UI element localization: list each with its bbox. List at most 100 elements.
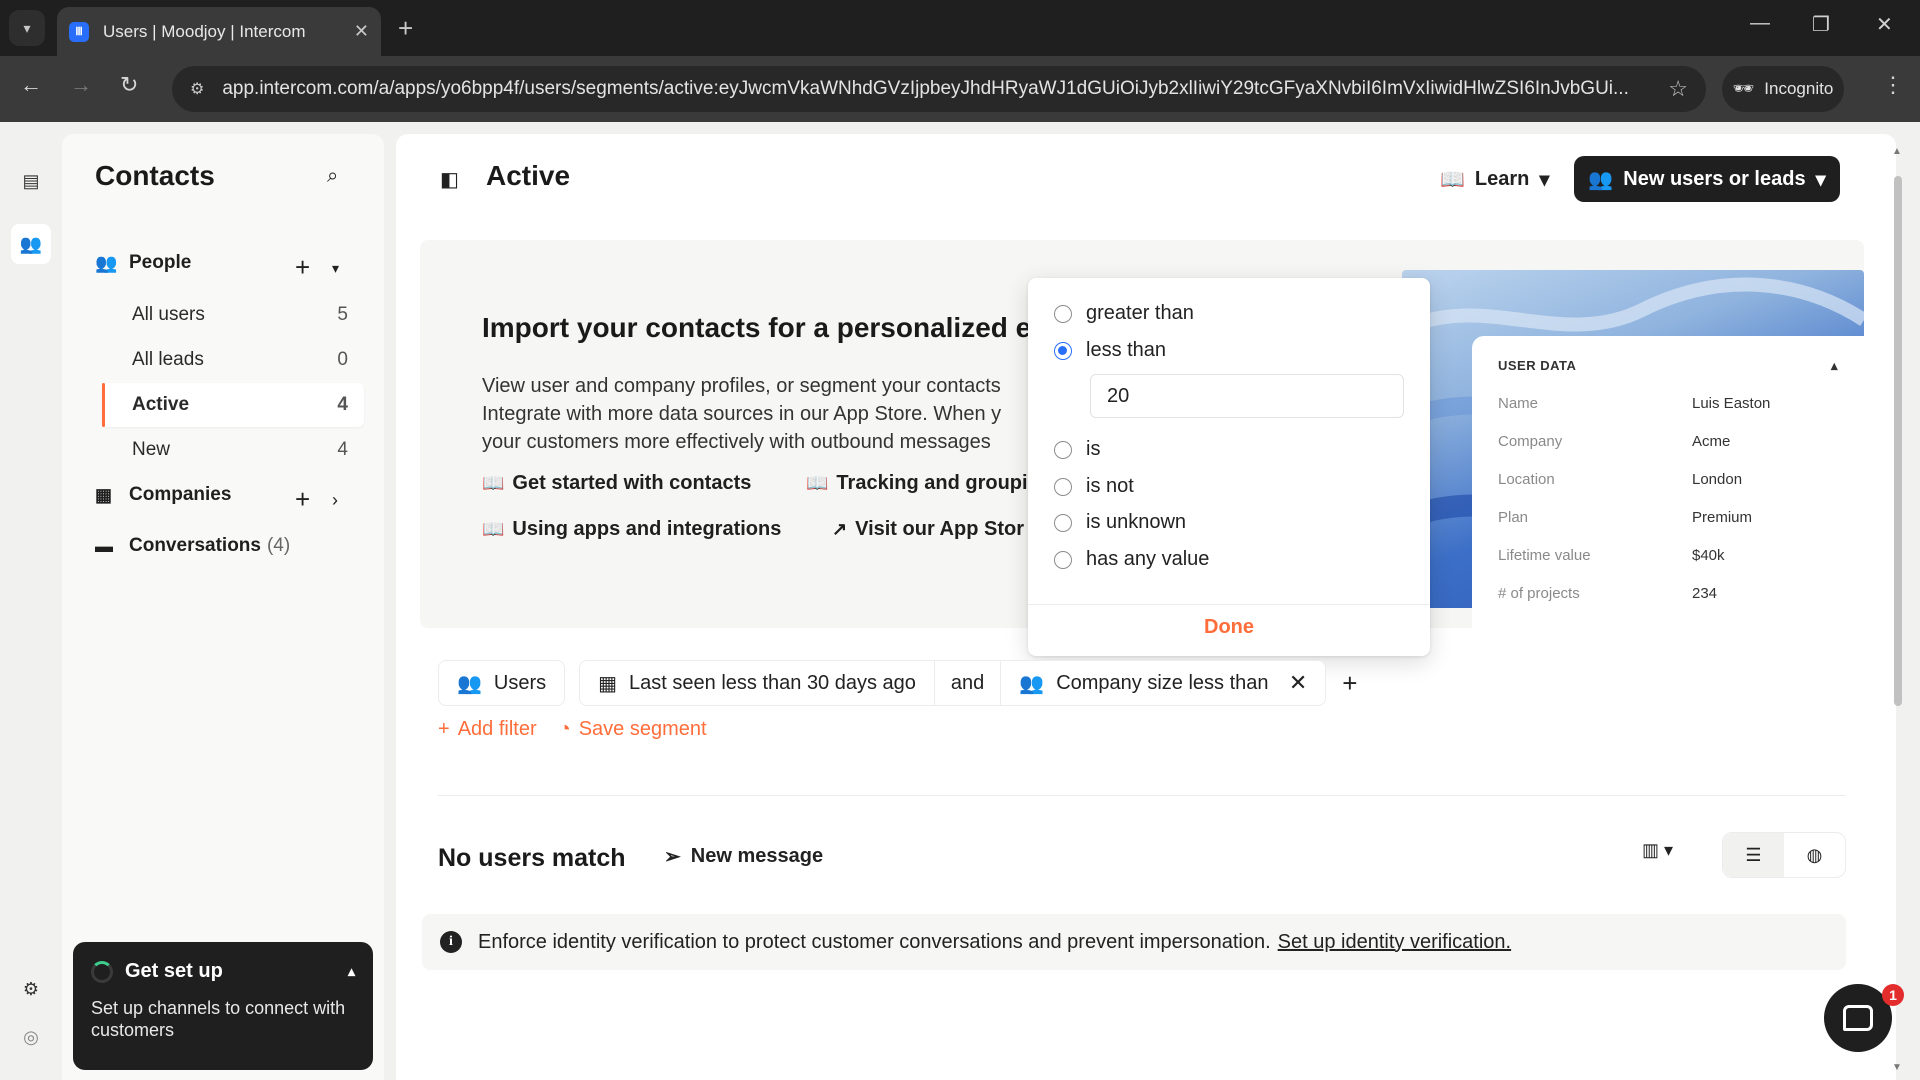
option-label: is not	[1086, 475, 1134, 497]
caret-down-icon: ▾	[1539, 168, 1550, 191]
option-is[interactable]: is	[1054, 438, 1100, 461]
radio-button[interactable]	[1054, 477, 1072, 496]
scroll-thumb[interactable]	[1894, 176, 1902, 706]
people-icon: 👥	[1588, 168, 1614, 191]
done-button[interactable]: Done	[1028, 616, 1430, 639]
progress-ring-icon	[91, 960, 113, 983]
restore-icon[interactable]: ❐	[1812, 12, 1830, 37]
sidebar-item-label: New	[132, 439, 171, 460]
new-users-label: New users or leads	[1623, 167, 1806, 190]
url-omnibox[interactable]: ⚙ app.intercom.com/a/apps/yo6bpp4f/users…	[172, 66, 1706, 112]
conversations-icon: ▬	[95, 535, 113, 556]
option-greater-than[interactable]: greater than	[1054, 302, 1194, 325]
set-up-identity-verification-link[interactable]: Set up identity verification.	[1278, 931, 1511, 954]
toggle-sidebar-icon[interactable]: ◧	[440, 167, 459, 192]
add-condition-icon[interactable]: +	[1342, 668, 1357, 699]
incognito-label: Incognito	[1764, 79, 1834, 98]
new-message-button[interactable]: ➢ New message	[664, 834, 823, 878]
url-text[interactable]: app.intercom.com/a/apps/yo6bpp4f/users/s…	[222, 78, 1654, 100]
radio-button-selected[interactable]	[1054, 341, 1072, 360]
company-size-filter-chip[interactable]: 👥 Company size less than 2 ✕	[1000, 660, 1327, 706]
radio-button[interactable]	[1054, 513, 1072, 532]
link-label: Visit our App Stor	[855, 518, 1024, 540]
sidebar-item-new[interactable]: New 4	[102, 428, 364, 472]
search-icon[interactable]: ⌕	[327, 165, 338, 188]
people-label: People	[129, 252, 192, 273]
ud-value: Acme	[1692, 433, 1731, 450]
contacts-icon[interactable]: 👥	[11, 224, 51, 264]
last-seen-filter-chip[interactable]: ▦ Last seen less than 30 days ago	[579, 660, 935, 706]
and-operator[interactable]: and	[934, 660, 1001, 706]
learn-label: Learn	[1474, 167, 1530, 190]
incognito-badge[interactable]: 🕶 Incognito	[1722, 66, 1844, 112]
tracking-link[interactable]: 📖 Tracking and groupi	[806, 472, 1028, 495]
banner-close-icon[interactable]: ✕	[1861, 270, 1864, 296]
ud-value: London	[1692, 471, 1743, 488]
chip-label: Users	[493, 671, 547, 694]
get-started-link[interactable]: 📖 Get started with contacts	[482, 472, 751, 495]
chevron-down-icon[interactable]: ▾	[332, 260, 339, 277]
get-set-up-panel[interactable]: Get set up ▴ Set up channels to connect …	[73, 942, 373, 1070]
reload-icon[interactable]: ↻	[120, 72, 138, 98]
add-people-icon[interactable]: +	[295, 254, 310, 280]
avatar-status-icon[interactable]: ◎	[16, 1022, 46, 1052]
chip-label: Last seen less than 30 days ago	[629, 671, 916, 694]
tab-search-icon[interactable]: ▾	[9, 10, 45, 46]
bookmark-star-icon[interactable]: ☆	[1668, 76, 1688, 102]
banner-desc-line: View user and company profiles, or segme…	[482, 375, 1001, 397]
user-data-row: Company Acme	[1498, 433, 1838, 450]
new-users-or-leads-button[interactable]: 👥 New users or leads ▾	[1574, 156, 1840, 202]
sidebar-item-all-users[interactable]: All users 5	[102, 293, 364, 337]
option-is-unknown[interactable]: is unknown	[1054, 511, 1186, 534]
option-less-than[interactable]: less than	[1054, 339, 1166, 362]
radio-button[interactable]	[1054, 550, 1072, 569]
address-bar: ← → ↻ ⚙ app.intercom.com/a/apps/yo6bpp4f…	[0, 56, 1920, 122]
get-set-up-body: Set up channels to connect with customer…	[91, 998, 346, 1040]
users-filter-chip[interactable]: 👥 Users	[438, 660, 566, 706]
sidebar-item-label: Active	[132, 394, 190, 415]
remove-filter-icon[interactable]: ✕	[1289, 670, 1307, 696]
radio-button[interactable]	[1054, 440, 1072, 459]
new-tab-plus-icon[interactable]: +	[398, 12, 413, 44]
scroll-up-icon[interactable]: ▲	[1892, 146, 1902, 157]
window-close-icon[interactable]: ✕	[1876, 12, 1893, 37]
scrollbar[interactable]: ▲ ▼	[1890, 146, 1904, 1076]
visit-app-store-link[interactable]: ↗ Visit our App Stor	[832, 518, 1024, 541]
calendar-icon: ▦	[598, 672, 618, 695]
sidebar-item-all-leads[interactable]: All leads 0	[102, 338, 364, 382]
site-settings-icon[interactable]: ⚙	[190, 79, 204, 99]
radio-button[interactable]	[1054, 304, 1072, 323]
browser-tab[interactable]: Ⅲ Users | Moodjoy | Intercom ✕	[57, 7, 381, 56]
forward-arrow-icon[interactable]: →	[70, 72, 92, 98]
value-input[interactable]	[1090, 374, 1404, 418]
people-icon: 👥	[1019, 672, 1045, 695]
browser-menu-icon[interactable]: ⋮	[1882, 72, 1904, 98]
columns-dropdown-icon[interactable]: ▥ ▾	[1642, 840, 1673, 861]
option-has-any-value[interactable]: has any value	[1054, 548, 1209, 571]
info-icon: i	[440, 931, 462, 953]
incognito-icon: 🕶	[1732, 79, 1755, 98]
sidebar-item-active[interactable]: Active 4	[102, 383, 364, 427]
using-apps-link[interactable]: 📖 Using apps and integrations	[482, 518, 781, 541]
notification-badge: 1	[1882, 984, 1904, 1006]
back-arrow-icon[interactable]: ←	[20, 72, 42, 98]
learn-button[interactable]: 📖 Learn ▾	[1440, 156, 1549, 202]
people-section[interactable]: 👥 People	[95, 252, 191, 274]
add-filter-button[interactable]: + Add filter	[438, 718, 537, 741]
option-is-not[interactable]: is not	[1054, 475, 1134, 498]
ud-key: Location	[1498, 471, 1555, 488]
scroll-down-icon[interactable]: ▼	[1892, 1062, 1902, 1073]
companies-section[interactable]: ▦ Companies	[95, 484, 231, 506]
add-company-icon[interactable]: +	[295, 486, 310, 512]
settings-gear-icon[interactable]: ⚙	[16, 974, 46, 1004]
minimize-icon[interactable]: —	[1750, 12, 1770, 35]
chevron-right-icon[interactable]: ›	[332, 490, 338, 511]
sidebar-item-count: 0	[337, 349, 348, 370]
chevron-up-icon[interactable]: ▴	[348, 963, 355, 980]
list-view-icon[interactable]: ☰	[1723, 833, 1784, 877]
map-view-globe-icon[interactable]: ◍	[1784, 833, 1845, 877]
inbox-icon[interactable]: ▤	[16, 166, 46, 196]
tab-close-icon[interactable]: ✕	[354, 21, 369, 42]
save-segment-button[interactable]: ◔ Save segment	[559, 718, 707, 741]
conversations-section[interactable]: ▬ Conversations (4)	[95, 535, 290, 557]
